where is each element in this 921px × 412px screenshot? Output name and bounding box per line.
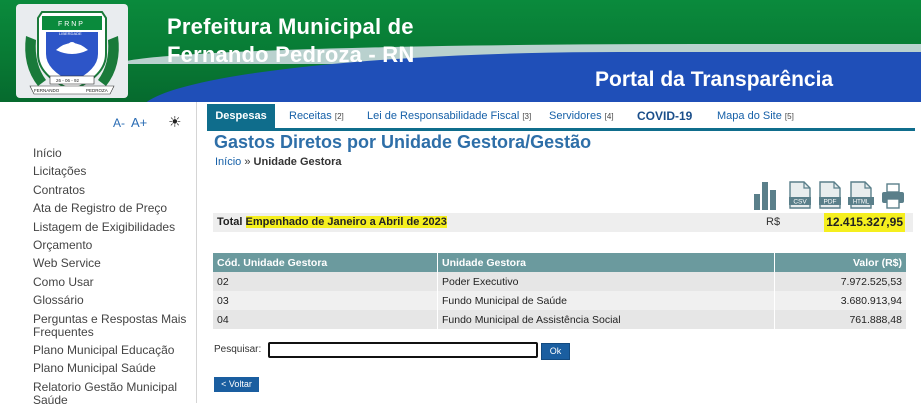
table-cell: 761.888,48 <box>774 310 907 329</box>
table-header-row: Cód. Unidade Gestora Unidade Gestora Val… <box>213 253 907 272</box>
total-value: 12.415.327,95 <box>824 213 905 232</box>
svg-text:CSV: CSV <box>793 199 807 206</box>
page-title: Gastos Diretos por Unidade Gestora/Gestã… <box>214 132 592 152</box>
table-row[interactable]: 03 Fundo Municipal de Saúde 3.680.913,94 <box>213 291 907 310</box>
svg-text:HTML: HTML <box>853 200 870 206</box>
tab-servidores[interactable]: Servidores [4] <box>549 104 614 128</box>
chart-icon[interactable] <box>752 180 778 210</box>
sidebar-item[interactable]: Plano Municipal Saúde <box>33 362 188 375</box>
sidebar-item[interactable]: Início <box>33 147 188 160</box>
sidebar-item[interactable]: Contratos <box>33 183 188 197</box>
svg-text:F R N P: F R N P <box>58 21 83 28</box>
svg-text:PEDROZA: PEDROZA <box>86 88 108 93</box>
svg-text:LIBERDADE: LIBERDADE <box>59 31 82 36</box>
column-header[interactable]: Unidade Gestora <box>437 253 775 272</box>
sidebar-item[interactable]: Licitações <box>33 165 188 178</box>
table-row[interactable]: 04 Fundo Municipal de Assistência Social… <box>213 310 907 329</box>
column-header[interactable]: Cód. Unidade Gestora <box>213 253 438 272</box>
site-title-line2: Fernando Pedroza - RN <box>167 42 415 67</box>
table-cell: 03 <box>213 291 438 310</box>
column-header[interactable]: Valor (R$) <box>774 253 907 272</box>
table-cell: 04 <box>213 310 438 329</box>
tab-lrf[interactable]: Lei de Responsabilidade Fiscal [3] <box>367 104 531 128</box>
main-tabs: Despesas Receitas [2] Lei de Responsabil… <box>207 104 915 131</box>
search-label: Pesquisar: <box>214 344 262 355</box>
pdf-icon[interactable]: PDF <box>818 180 842 210</box>
sidebar-menu: Início Licitações Contratos Ata de Regis… <box>33 147 188 412</box>
font-increase-button[interactable]: A+ <box>131 115 147 130</box>
sidebar: A- A+ ☀ Início Licitações Contratos Ata … <box>0 102 197 406</box>
site-header: F R N P 26 - 06 - 92 FERNANDO PEDROZA LI… <box>0 0 921 102</box>
search-ok-button[interactable]: Ok <box>541 343 570 360</box>
breadcrumb-home-link[interactable]: Início <box>215 156 241 168</box>
table-cell[interactable]: Fundo Municipal de Saúde <box>437 291 775 310</box>
table-cell[interactable]: Fundo Municipal de Assistência Social <box>437 310 775 329</box>
search-input[interactable] <box>268 342 538 358</box>
sidebar-item[interactable]: Plano Municipal Educação <box>33 343 188 357</box>
site-title-line1: Prefeitura Municipal de <box>167 14 414 39</box>
sidebar-item[interactable]: Orçamento <box>33 238 188 252</box>
table-cell: 3.680.913,94 <box>774 291 907 310</box>
svg-text:FERNANDO: FERNANDO <box>34 88 60 93</box>
sidebar-item[interactable]: Como Usar <box>33 275 188 289</box>
sidebar-item[interactable]: Web Service <box>33 257 188 270</box>
sun-icon[interactable]: ☀ <box>168 113 181 131</box>
svg-text:26 - 06 - 92: 26 - 06 - 92 <box>56 78 80 83</box>
tab-receitas[interactable]: Receitas [2] <box>289 104 344 128</box>
municipal-logo[interactable]: F R N P 26 - 06 - 92 FERNANDO PEDROZA LI… <box>16 4 128 98</box>
table-cell: 02 <box>213 272 438 291</box>
table-cell: 7.972.525,53 <box>774 272 907 291</box>
total-summary: Total Empenhado de Janeiro a Abril de 20… <box>213 213 913 232</box>
sidebar-item[interactable]: Perguntas e Respostas Mais Frequentes <box>33 312 188 339</box>
print-icon[interactable] <box>880 180 906 210</box>
table-row[interactable]: 02 Poder Executivo 7.972.525,53 <box>213 272 907 291</box>
csv-icon[interactable]: CSV <box>788 180 812 210</box>
coat-of-arms-icon: F R N P 26 - 06 - 92 FERNANDO PEDROZA LI… <box>25 11 119 95</box>
breadcrumb-current: Unidade Gestora <box>253 156 342 168</box>
unidade-gestora-table: Cód. Unidade Gestora Unidade Gestora Val… <box>213 253 907 329</box>
sidebar-item[interactable]: Glossário <box>33 294 188 307</box>
back-button[interactable]: < Voltar <box>214 377 259 392</box>
html-icon[interactable]: HTML <box>848 180 874 210</box>
portal-title: Portal da Transparência <box>595 68 834 91</box>
sidebar-item[interactable]: Ata de Registro de Preço <box>33 202 188 215</box>
table-cell[interactable]: Poder Executivo <box>437 272 775 291</box>
total-period: Empenhado de Janeiro a Abril de 2023 <box>245 216 447 228</box>
tab-mapa-site[interactable]: Mapa do Site [5] <box>717 104 794 128</box>
tab-covid[interactable]: COVID-19 <box>637 104 692 128</box>
font-decrease-button[interactable]: A- <box>113 116 125 130</box>
breadcrumb: Início » Unidade Gestora <box>215 156 342 168</box>
total-currency: R$ <box>766 216 781 228</box>
svg-text:PDF: PDF <box>824 199 837 206</box>
sidebar-item[interactable]: Listagem de Exigibilidades <box>33 220 188 234</box>
tab-despesas[interactable]: Despesas <box>207 104 275 128</box>
